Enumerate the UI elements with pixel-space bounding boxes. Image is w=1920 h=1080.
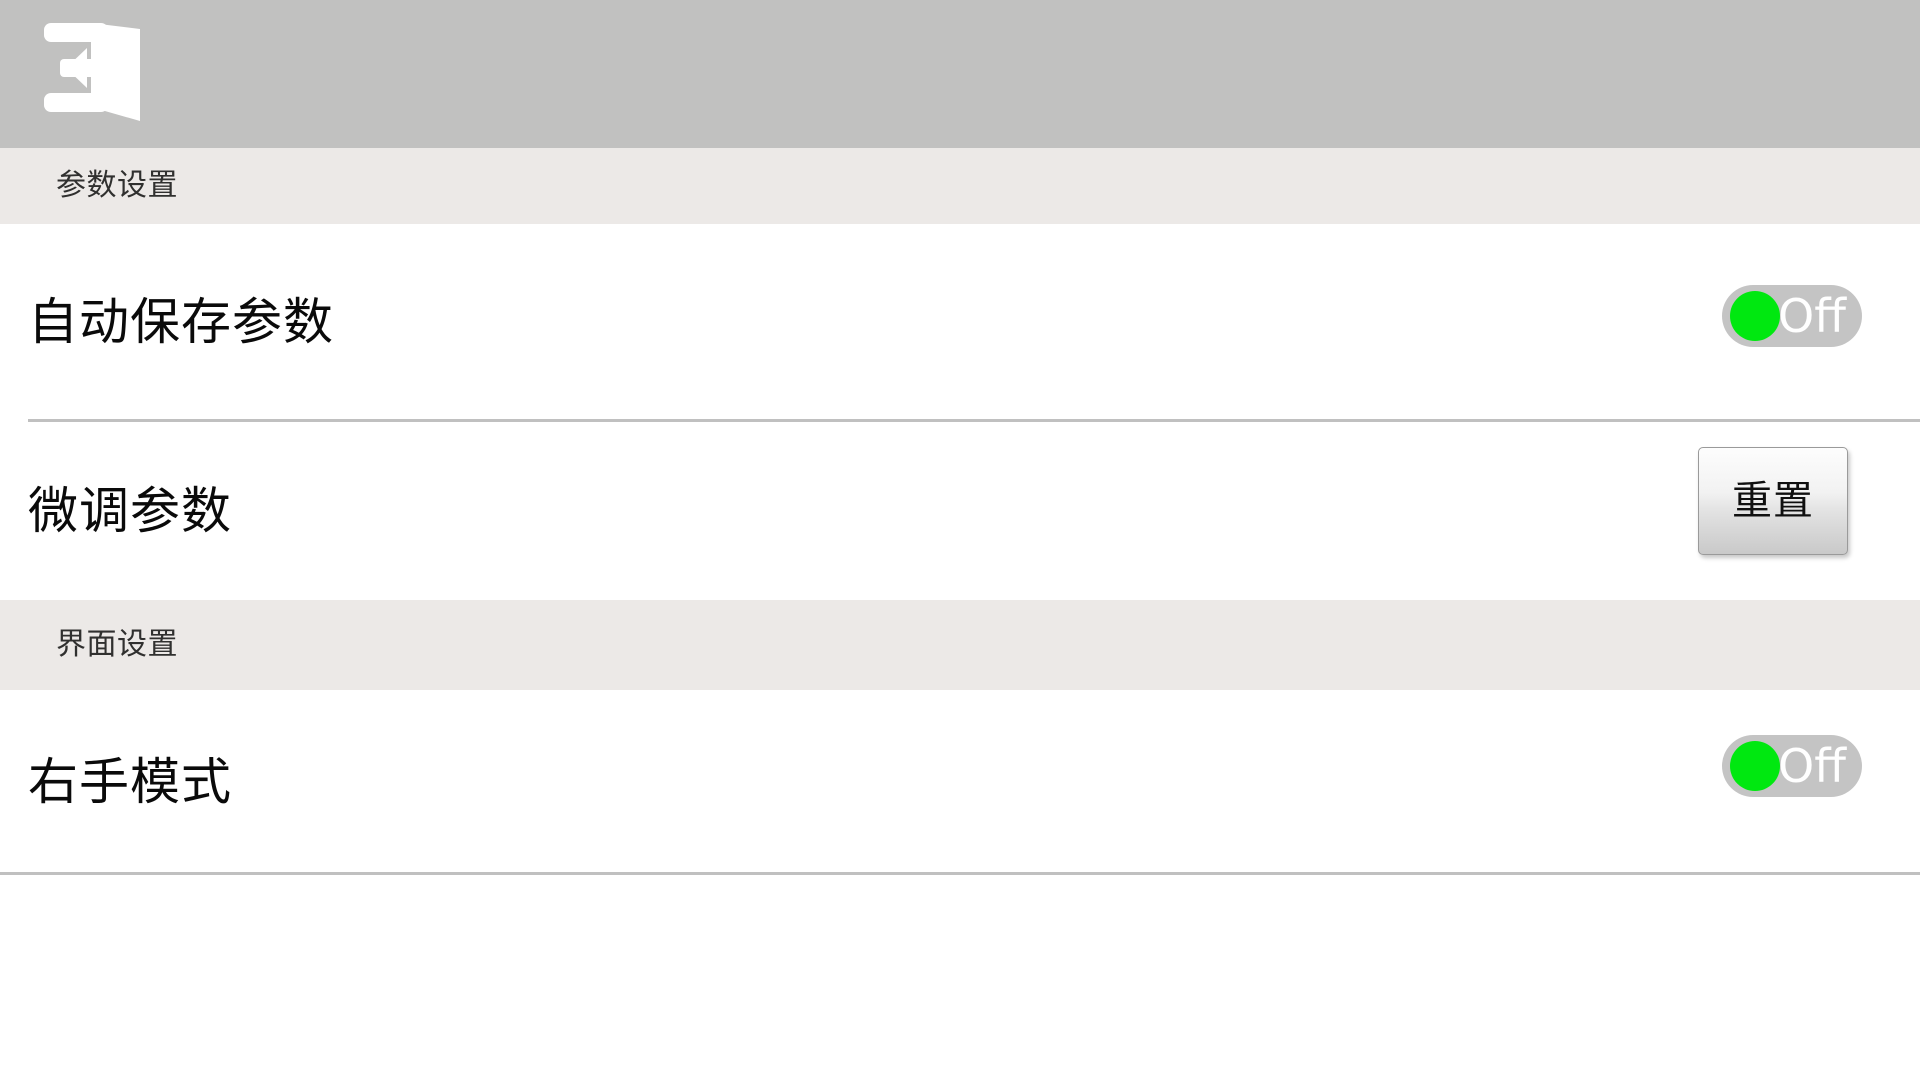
toggle-state-label: Off (1778, 289, 1846, 343)
row-label: 自动保存参数 (28, 293, 334, 351)
settings-screen: 参数设置 自动保存参数 Off 微调参数 重置 界面设置 右手模式 Off (0, 0, 1920, 1080)
row-label: 微调参数 (28, 482, 232, 540)
toggle-right-hand-mode[interactable]: Off (1722, 735, 1862, 797)
section-header-interface-settings: 界面设置 (0, 600, 1920, 690)
row-fine-tune-parameters[interactable]: 微调参数 (0, 422, 1920, 600)
row-right-hand-mode[interactable]: 右手模式 (0, 690, 1920, 873)
section-divider (0, 872, 1920, 875)
section-header-parameter-settings: 参数设置 (0, 148, 1920, 224)
row-label: 右手模式 (28, 752, 232, 811)
exit-door-icon (36, 19, 152, 123)
back-button[interactable] (36, 12, 166, 130)
reset-button-label: 重置 (1732, 478, 1814, 524)
reset-button[interactable]: 重置 (1698, 447, 1848, 555)
toggle-state-label: Off (1778, 739, 1846, 793)
top-app-bar (0, 0, 1920, 148)
toggle-auto-save-parameters[interactable]: Off (1722, 285, 1862, 347)
toggle-knob (1730, 291, 1780, 341)
toggle-knob (1730, 741, 1780, 791)
row-auto-save-parameters[interactable]: 自动保存参数 (0, 224, 1920, 420)
section-header-label: 参数设置 (56, 168, 178, 203)
section-header-label: 界面设置 (56, 627, 178, 662)
